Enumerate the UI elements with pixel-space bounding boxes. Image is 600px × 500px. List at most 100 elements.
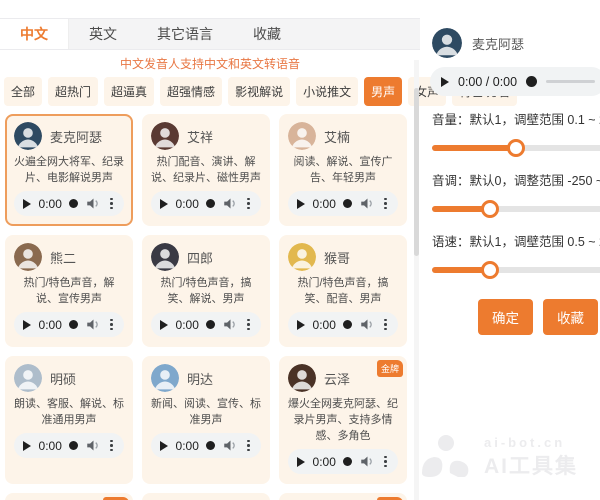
play-icon[interactable] [441,77,449,87]
slider-thumb[interactable] [507,139,525,157]
card-audio-player: 0:00 [288,191,398,216]
voice-card-header: 熊二 [14,243,124,271]
kebab-menu-icon[interactable] [382,196,389,212]
tab-2[interactable]: 英文 [69,19,137,49]
voice-card[interactable]: 猴哥热门/特色声音，搞笑、配音、男声0:00 [279,235,407,347]
slider-label: 音调：默认0，调整范围 -250 ~ 500 [432,170,600,189]
voice-avatar [288,122,316,150]
volume-icon[interactable] [360,455,375,468]
confirm-button[interactable]: 确定 [478,299,533,335]
volume-icon[interactable] [360,318,375,331]
selected-voice-name: 麦克阿瑟 [472,34,524,53]
scrollbar-thumb[interactable] [414,88,419,256]
watermark-line1: ai-bot.cn [484,435,578,450]
seek-handle[interactable] [206,199,215,208]
volume-icon[interactable] [360,197,375,210]
slider-thumb[interactable] [481,261,499,279]
play-icon[interactable] [297,199,305,209]
voice-name: 明硕 [50,369,76,388]
kebab-menu-icon[interactable] [108,317,115,333]
voice-card[interactable]: 明硕朗读、客服、解说、标准通用男声0:00 [5,356,133,484]
tab-4[interactable]: 收藏 [233,19,301,49]
volume-icon[interactable] [223,439,238,452]
slider-label: 音量：默认1，调壁范围 0.1 ~ 2 [432,109,600,128]
voice-name: 明达 [187,369,213,388]
seek-handle[interactable] [343,320,352,329]
voice-avatar [14,364,42,392]
player-time: 0:00 [313,455,336,469]
slider-control[interactable] [432,200,600,218]
card-audio-player: 0:00 [288,449,398,474]
play-icon[interactable] [297,457,305,467]
seek-handle[interactable] [69,199,78,208]
kebab-menu-icon[interactable] [245,196,252,212]
volume-icon[interactable] [86,197,101,210]
filter-chip-7[interactable]: 男声 [364,77,402,106]
seek-handle[interactable] [206,320,215,329]
voice-card-header: 四郎 [151,243,261,271]
play-icon[interactable] [160,320,168,330]
filter-chip-3[interactable]: 超逼真 [104,77,154,106]
voice-card[interactable]: 四郎热门/特色声音，搞笑、解说、男声0:00 [142,235,270,347]
slider-label: 语速：默认1，调壁范围 0.5 ~ 2 [432,231,600,250]
kebab-menu-icon[interactable] [245,438,252,454]
volume-icon[interactable] [223,197,238,210]
filter-chip-4[interactable]: 超强情感 [160,77,222,106]
seek-handle[interactable] [526,76,537,87]
voice-description: 爆火全网麦克阿瑟、纪录片男声、支持多情感、多角色 [288,396,398,444]
voice-card[interactable]: 明达新闻、阅读、宣传、标准男声0:00 [142,356,270,484]
slider-thumb[interactable] [481,200,499,218]
watermark-line2: AI工具集 [484,450,578,480]
kebab-menu-icon[interactable] [382,454,389,470]
play-icon[interactable] [23,199,31,209]
filter-chip-1[interactable]: 全部 [4,77,42,106]
seek-handle[interactable] [69,441,78,450]
voice-avatar [14,243,42,271]
voice-card[interactable]: 金牌云希(多情感)火遍全网、电影解说、广告宣传男声、支持多情感、多角色0:00 [279,493,407,500]
play-icon[interactable] [297,320,305,330]
kebab-menu-icon[interactable] [245,317,252,333]
card-audio-player: 0:00 [14,312,124,337]
play-icon[interactable] [23,320,31,330]
voice-description: 阅读、解说、宣传广告、年轻男声 [288,154,398,186]
seek-handle[interactable] [206,441,215,450]
filter-chip-2[interactable]: 超热门 [48,77,98,106]
voice-card[interactable]: 金牌云泽爆火全网麦克阿瑟、纪录片男声、支持多情感、多角色0:00 [279,356,407,484]
play-icon[interactable] [160,441,168,451]
volume-icon[interactable] [86,439,101,452]
voice-card[interactable]: 艾楠阅读、解说、宣传广告、年轻男声0:00 [279,114,407,226]
tab-3[interactable]: 其它语言 [137,19,233,49]
favorite-button[interactable]: 收藏 [543,299,598,335]
voice-avatar [151,364,179,392]
play-icon[interactable] [160,199,168,209]
voice-card[interactable]: 麦克阿瑟火遍全网大将军、纪录片、电影解说男声0:00 [5,114,133,226]
slider-control[interactable] [432,261,600,279]
seek-handle[interactable] [343,199,352,208]
voice-card[interactable]: 云希火遍全网、电影解说、广告宣传男声0:00 [142,493,270,500]
kebab-menu-icon[interactable] [108,196,115,212]
seek-handle[interactable] [69,320,78,329]
player-time: 0:00 [39,439,62,453]
volume-icon[interactable] [223,318,238,331]
seek-track[interactable] [546,80,595,83]
filter-chip-6[interactable]: 小说推文 [296,77,358,106]
voice-name: 云泽 [324,369,350,388]
voice-card[interactable]: 熊二热门/特色声音，解说、宣传男声0:00 [5,235,133,347]
volume-icon[interactable] [86,318,101,331]
slider-fill [432,145,516,151]
tab-1[interactable]: 中文 [0,19,69,49]
slider-control[interactable] [432,139,600,157]
player-time: 0:00 [39,197,62,211]
slider-group-2: 音调：默认0，调整范围 -250 ~ 500 [432,170,600,218]
voice-name: 熊二 [50,248,76,267]
voice-card[interactable]: 艾祥热门配音、演讲、解说、纪录片、磁性男声0:00 [142,114,270,226]
seek-handle[interactable] [343,457,352,466]
play-icon[interactable] [23,441,31,451]
card-audio-player: 0:00 [151,312,261,337]
voice-card[interactable]: 金牌云皓阅读解说、广告宣传中年男声、支持多情感0:00 [5,493,133,500]
filter-chip-5[interactable]: 影视解说 [228,77,290,106]
slider-group-3: 语速：默认1，调壁范围 0.5 ~ 2 [432,231,600,279]
kebab-menu-icon[interactable] [382,317,389,333]
kebab-menu-icon[interactable] [108,438,115,454]
voice-name: 麦克阿瑟 [50,127,102,146]
